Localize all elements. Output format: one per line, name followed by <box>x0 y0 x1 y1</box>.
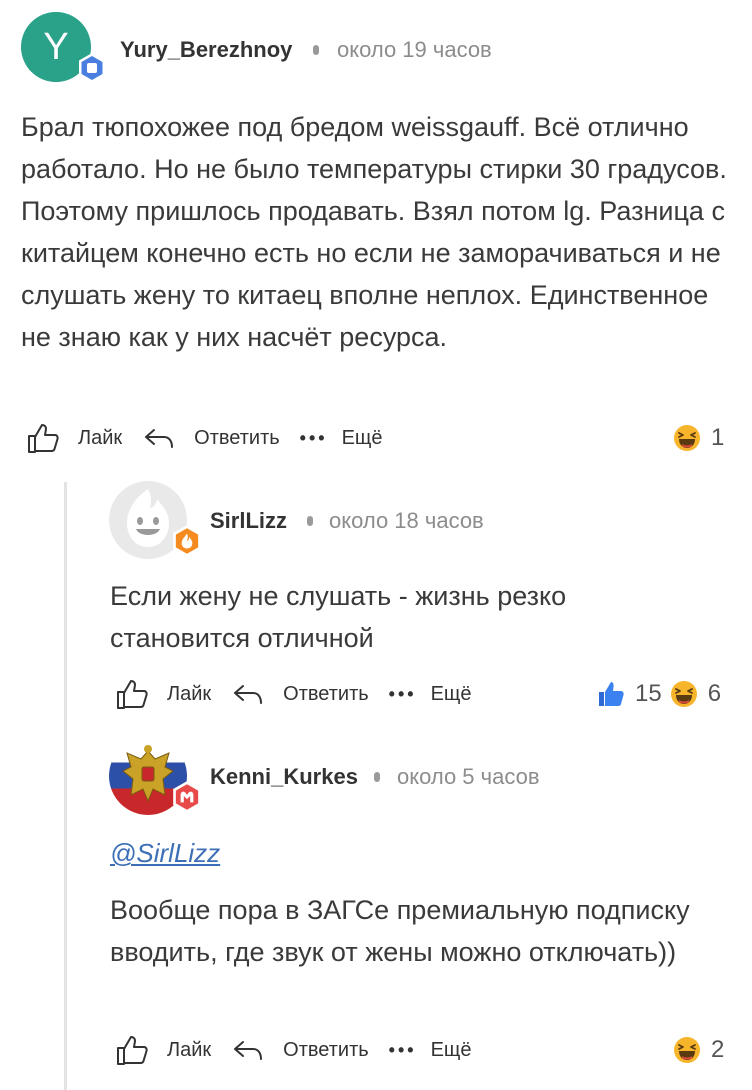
user-level-badge-icon <box>173 781 201 813</box>
thread-line <box>64 482 67 1090</box>
like-label: Лайк <box>167 1038 212 1061</box>
separator-dot <box>313 45 319 55</box>
comment-text: Брал тюпохожее под бредом weissgauff. Вс… <box>21 112 727 352</box>
reply-label: Ответить <box>283 682 369 705</box>
like-button[interactable]: Лайк <box>115 1033 211 1067</box>
reaction-count: 2 <box>711 1036 725 1063</box>
reply-button[interactable]: Ответить <box>142 421 280 455</box>
reactions: 1 <box>673 421 724 455</box>
reply-button[interactable]: Ответить <box>231 1033 369 1067</box>
reaction-laugh[interactable]: 6 <box>670 680 721 708</box>
timestamp: около 5 часов <box>397 764 540 789</box>
timestamp: около 19 часов <box>337 37 492 62</box>
user-level-badge-icon <box>173 525 201 557</box>
like-label: Лайк <box>167 682 212 705</box>
like-icon <box>115 677 149 711</box>
reaction-count: 15 <box>635 680 662 707</box>
reaction-laugh[interactable]: 2 <box>673 1036 724 1064</box>
reply-label: Ответить <box>283 1038 369 1061</box>
timestamp: около 18 часов <box>329 508 484 533</box>
like-button[interactable]: Лайк <box>115 677 211 711</box>
reaction-count: 6 <box>707 680 722 707</box>
more-button[interactable]: ••• Ещё <box>389 1039 472 1062</box>
reply-button[interactable]: Ответить <box>231 677 369 711</box>
reactions: 2 <box>673 1033 724 1067</box>
reaction-laugh[interactable]: 1 <box>673 424 724 452</box>
reply-icon <box>231 677 265 711</box>
more-label: Ещё <box>341 426 383 449</box>
comment-actions: Лайк Ответить ••• Ещё <box>115 677 472 711</box>
thumbs-up-icon <box>597 680 625 708</box>
reaction-count: 1 <box>711 424 725 451</box>
username[interactable]: SirlLizz <box>210 508 287 534</box>
mention-link[interactable]: @SirlLizz <box>110 838 220 869</box>
user-level-badge-icon <box>79 53 105 83</box>
reply-icon <box>142 421 176 455</box>
username[interactable]: Yury_Berezhnoy <box>120 37 292 63</box>
separator-dot <box>307 516 313 526</box>
comment-text: Вообще пора в ЗАГСе премиальную подписку… <box>110 895 690 967</box>
more-label: Ещё <box>430 1038 472 1061</box>
avatar-letter: Y <box>43 25 69 68</box>
more-dots-icon: ••• <box>388 683 417 704</box>
laughing-emoji-icon <box>673 1036 701 1064</box>
comment-text: Если жену не слушать - жизнь резко стано… <box>110 581 567 653</box>
like-label: Лайк <box>78 426 123 449</box>
more-button[interactable]: ••• Ещё <box>300 427 383 450</box>
comment-actions: Лайк Ответить ••• Ещё <box>115 1033 472 1067</box>
reaction-thumbs-up[interactable]: 15 <box>597 680 662 708</box>
reply-label: Ответить <box>194 426 280 449</box>
laughing-emoji-icon <box>670 680 698 708</box>
reactions: 15 6 <box>597 677 721 711</box>
username[interactable]: Kenni_Kurkes <box>210 764 358 790</box>
separator-dot <box>374 772 380 782</box>
more-dots-icon: ••• <box>388 1039 417 1060</box>
like-icon <box>26 421 60 455</box>
comment-actions: Лайк Ответить ••• Ещё <box>26 421 383 455</box>
like-button[interactable]: Лайк <box>26 421 122 455</box>
reply-icon <box>231 1033 265 1067</box>
more-dots-icon: ••• <box>299 427 328 448</box>
more-button[interactable]: ••• Ещё <box>389 683 472 706</box>
laughing-emoji-icon <box>673 424 701 452</box>
more-label: Ещё <box>430 682 472 705</box>
like-icon <box>115 1033 149 1067</box>
